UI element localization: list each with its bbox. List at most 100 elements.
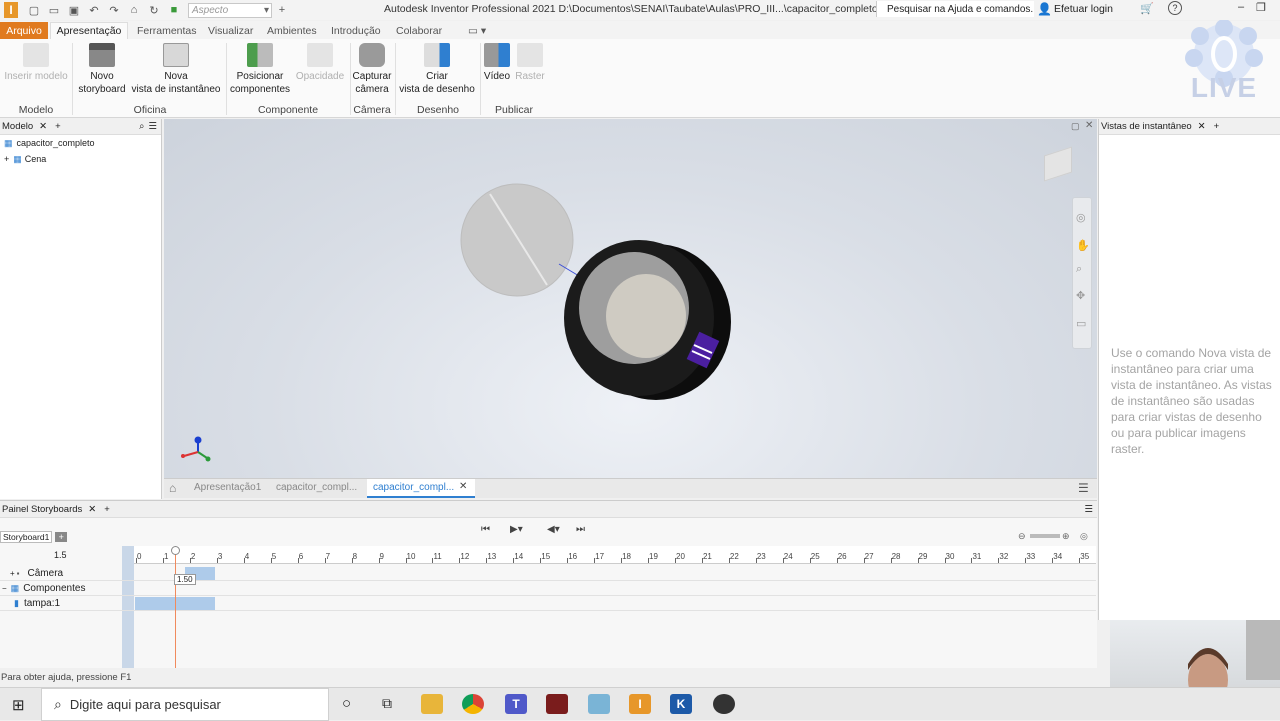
tab-presentation[interactable]: Apresentação	[50, 22, 128, 39]
pan-icon[interactable]: ✋	[1076, 239, 1090, 252]
storyboard-tab[interactable]: Storyboard1	[0, 531, 53, 543]
plus-icon[interactable]: +	[55, 121, 61, 132]
doc-tab-presentation[interactable]: Apresentação1	[194, 482, 261, 493]
menu-icon[interactable]: ☰	[1084, 504, 1093, 515]
material-icon[interactable]: ■	[166, 3, 182, 17]
settings-icon[interactable]: ◎	[1080, 531, 1088, 542]
play-reverse-icon[interactable]: ◀▾	[547, 524, 560, 535]
raster-button[interactable]: Raster	[514, 43, 546, 83]
steering-wheel-icon[interactable]: ◎	[1076, 211, 1086, 224]
close-icon[interactable]: ✕	[88, 504, 96, 515]
create-drawing-view-button[interactable]: Criar vista de desenho	[397, 43, 477, 96]
new-file-icon[interactable]: ▢	[26, 3, 42, 17]
tab-options-icon[interactable]: ▭ ▾	[468, 22, 486, 39]
windows-taskbar: ⊞ ⌕ Digite aqui para pesquisar ○ ⧉ T I K	[0, 687, 1280, 721]
home-icon[interactable]: ⌂	[169, 481, 176, 495]
playhead-line[interactable]	[175, 549, 176, 669]
track-row-camera[interactable]: + ▪ Câmera	[0, 566, 1096, 581]
cart-icon[interactable]: 🛒	[1140, 2, 1154, 15]
file-explorer-icon[interactable]	[421, 694, 443, 714]
timeline-tick-line	[324, 558, 326, 563]
login-button[interactable]: Efetuar login	[1054, 3, 1113, 15]
help-search-input[interactable]: Pesquisar na Ajuda e comandos...	[876, 1, 1034, 17]
look-at-icon[interactable]: ▭	[1076, 317, 1086, 330]
current-time-field[interactable]: 1.5	[54, 550, 67, 560]
viewport-maximize-icon[interactable]: ▢	[1071, 121, 1080, 132]
user-icon[interactable]: 👤	[1037, 2, 1052, 16]
position-components-button[interactable]: Posicionar componentes	[228, 43, 292, 96]
playhead-handle[interactable]	[171, 546, 180, 555]
plus-icon[interactable]: +	[274, 3, 290, 17]
model-panel-header: Modelo ✕ + ⌕ ☰	[0, 119, 161, 135]
tab-tools[interactable]: Ferramentas	[137, 22, 197, 39]
tab-collaborate[interactable]: Colaborar	[396, 22, 442, 39]
app-k-icon[interactable]: K	[670, 694, 692, 714]
timeline-tick-label: 25	[810, 552, 820, 561]
task-view-icon[interactable]: ⧉	[382, 695, 392, 712]
doc-tab-capacitor-1[interactable]: capacitor_compl...	[276, 482, 357, 493]
close-icon[interactable]: ✕	[459, 481, 467, 492]
go-to-end-icon[interactable]: ⏭	[576, 524, 585, 535]
plus-icon[interactable]: +	[1214, 121, 1220, 132]
zoom-slider[interactable]	[1030, 534, 1060, 538]
teams-icon[interactable]: T	[505, 694, 527, 714]
menu-icon[interactable]: ☰	[148, 121, 157, 132]
tree-item-root[interactable]: ▦ capacitor_completo	[0, 135, 161, 151]
new-storyboard-button[interactable]: Novo storyboard	[76, 43, 128, 96]
graphics-viewport[interactable]: ◎ ✋ ⌕ ✥ ▭ ▢ ✕	[164, 119, 1097, 478]
timeline-tick-label: 32	[999, 552, 1009, 561]
timeline-tick-line	[486, 558, 488, 563]
menu-icon[interactable]: ☰	[1078, 481, 1089, 495]
capture-camera-button[interactable]: Capturar câmera	[352, 43, 392, 96]
appearance-dropdown[interactable]: Aspecto ▾	[188, 2, 272, 18]
minimize-icon[interactable]: –	[1238, 1, 1244, 13]
add-storyboard-icon[interactable]: +	[55, 532, 68, 542]
opacity-button[interactable]: Opacidade	[292, 43, 348, 83]
tab-view[interactable]: Visualizar	[208, 22, 253, 39]
viewport-close-icon[interactable]: ✕	[1085, 120, 1093, 131]
windows-start-icon[interactable]: ⊞	[12, 696, 25, 714]
close-icon[interactable]: ✕	[1198, 121, 1206, 132]
search-icon[interactable]: ⌕	[139, 121, 144, 132]
tab-file[interactable]: Arquivo	[0, 22, 48, 39]
insert-model-button[interactable]: Inserir modelo	[4, 43, 68, 83]
cortana-icon[interactable]: ○	[342, 695, 351, 712]
redo-icon[interactable]: ↷	[106, 3, 122, 17]
timeline-tick-line	[1052, 558, 1054, 563]
taskbar-search-input[interactable]: ⌕ Digite aqui para pesquisar	[41, 688, 329, 721]
undo-icon[interactable]: ↶	[86, 3, 102, 17]
timeline-tick-label: 22	[729, 552, 739, 561]
obs-icon[interactable]	[713, 694, 735, 714]
timeline-tick-line	[890, 558, 892, 563]
collapse-icon[interactable]: −	[2, 584, 7, 593]
help-icon[interactable]: ?	[1168, 1, 1182, 15]
doc-tab-capacitor-2-active[interactable]: capacitor_compl... ✕	[367, 479, 475, 498]
timeline-ruler[interactable]: 0 1 2 3 4 5 6 7 8 9 10 11 12 13 14 15 16 17 18 19 20 21 22 23 24…	[122, 546, 1096, 564]
open-folder-icon[interactable]: ▭	[46, 3, 62, 17]
new-snapshot-view-button[interactable]: Nova vista de instantâneo	[130, 43, 222, 96]
plus-icon[interactable]: +	[104, 504, 110, 515]
zoom-in-icon[interactable]: ⊕	[1062, 531, 1070, 542]
tab-environments[interactable]: Ambientes	[267, 22, 317, 39]
tab-getting-started[interactable]: Introdução	[331, 22, 381, 39]
video-button[interactable]: Vídeo	[482, 43, 512, 83]
expand-icon[interactable]: +	[10, 569, 15, 578]
go-to-start-icon[interactable]: ⏮	[481, 524, 490, 535]
track-row-components[interactable]: − ▦ Componentes	[0, 581, 1096, 596]
expand-icon[interactable]: +	[4, 154, 9, 164]
close-icon[interactable]: ✕	[39, 121, 47, 132]
home-icon[interactable]: ⌂	[126, 3, 142, 17]
save-icon[interactable]: ▣	[66, 3, 82, 17]
restore-icon[interactable]: ❐	[1256, 1, 1266, 14]
update-icon[interactable]: ↻	[146, 3, 162, 17]
chrome-icon[interactable]	[462, 694, 484, 714]
app-red-icon[interactable]	[546, 694, 568, 714]
inventor-taskbar-icon[interactable]: I	[629, 694, 651, 714]
zoom-icon[interactable]: ⌕	[1076, 263, 1082, 276]
app-blue-icon[interactable]	[588, 694, 610, 714]
inventor-logo-icon: I	[4, 2, 18, 18]
play-icon[interactable]: ▶▾	[510, 524, 523, 535]
tree-item-scene[interactable]: + ▦ Cena	[0, 151, 161, 167]
orbit-icon[interactable]: ✥	[1076, 289, 1085, 302]
zoom-out-icon[interactable]: ⊖	[1018, 531, 1026, 542]
